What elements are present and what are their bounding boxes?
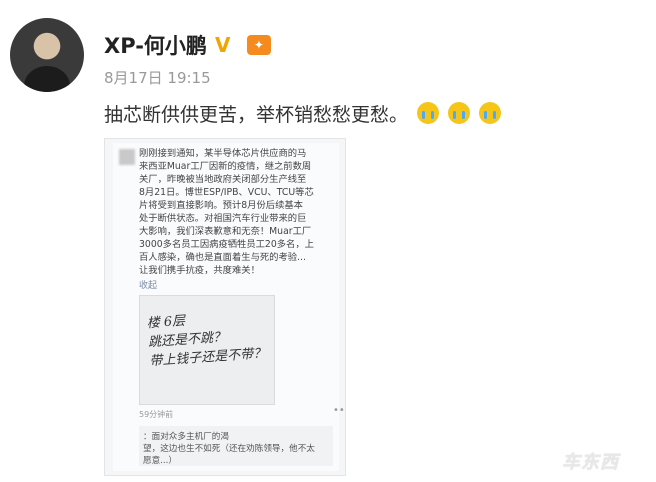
reply-box: ：面对众多主机厂的渴 望，这边也生不如死（还在劝陈领导，他不太 愿意...） (139, 426, 333, 466)
blurred-avatar (119, 149, 135, 165)
user-avatar[interactable] (10, 18, 84, 92)
vip-badge-icon: ✦ (246, 35, 271, 55)
crying-emoji-icon (448, 102, 471, 124)
reply-text: ：面对众多主机厂的渴 望，这边也生不如死（还在劝陈领导，他不太 愿意...） (143, 432, 315, 466)
collapse-link[interactable]: 收起 (139, 278, 157, 291)
handwritten-note-photo[interactable]: 楼 6层 跳还是不跳？ 带上钱子还是不带？ (139, 295, 275, 405)
post-text-content: 抽芯断供供更苦，举杯销愁愁更愁。 (104, 104, 409, 126)
post-time[interactable]: 8月17日 19:15 (104, 67, 211, 88)
verified-v-icon: V (214, 33, 231, 57)
name-row: XP-何小鹏 V ✦ (104, 30, 271, 60)
post-text: 抽芯断供供更苦，举杯销愁愁更愁。 (104, 100, 502, 127)
watermark-logo: 车东西 (562, 452, 619, 473)
handwritten-note-text: 楼 6层 跳还是不跳？ 带上钱子还是不带？ (146, 313, 267, 370)
more-options-icon[interactable]: •• (333, 405, 345, 416)
attached-screenshot[interactable]: 刚刚接到通知，某半导体芯片供应商的马 来西亚Muar工厂因新的疫情，继之前数周 … (104, 138, 346, 476)
time-ago: 59分钟前 (139, 410, 174, 419)
screenshot-content: 刚刚接到通知，某半导体芯片供应商的马 来西亚Muar工厂因新的疫情，继之前数周 … (113, 143, 345, 471)
user-name[interactable]: XP-何小鹏 (104, 30, 207, 60)
screenshot-message: 刚刚接到通知，某半导体芯片供应商的马 来西亚Muar工厂因新的疫情，继之前数周 … (139, 148, 314, 276)
crying-emoji-icon (417, 102, 440, 124)
crying-emoji-icon (479, 102, 502, 124)
